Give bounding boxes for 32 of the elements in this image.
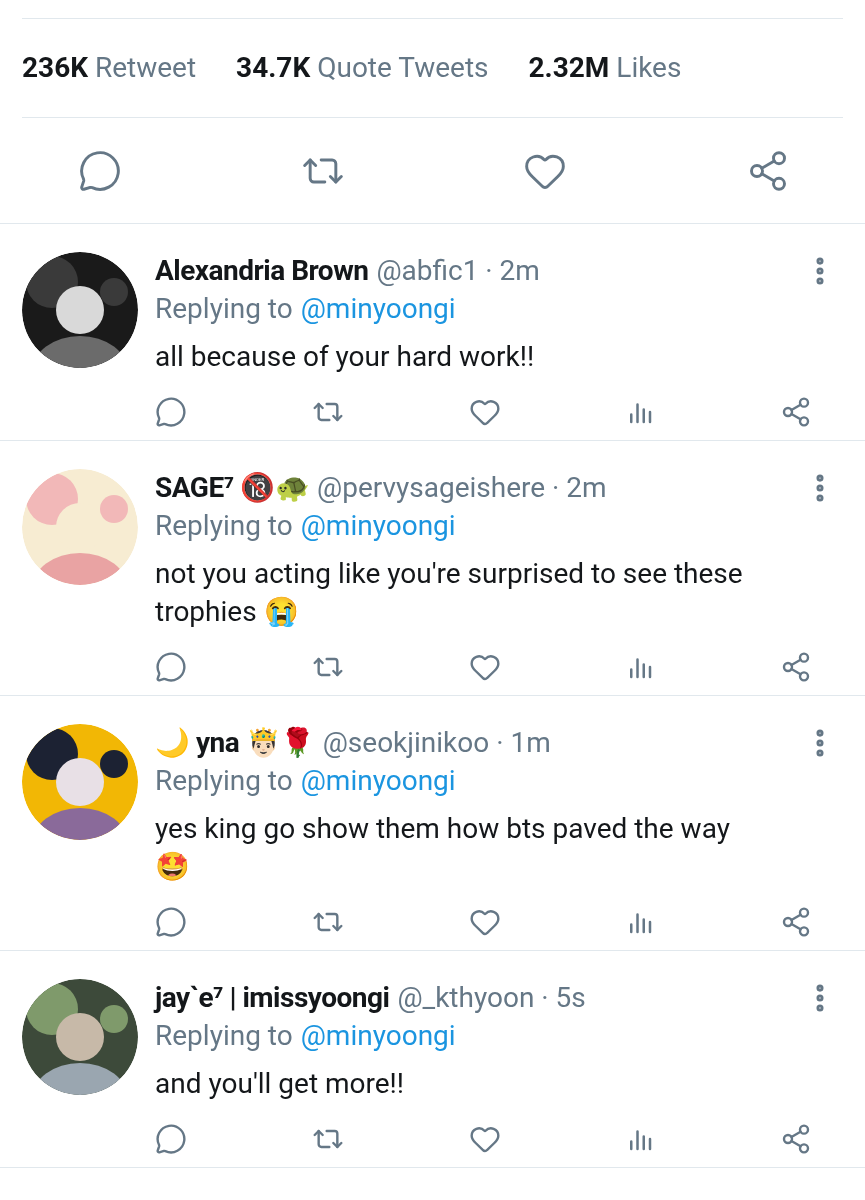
reply-icon[interactable] xyxy=(155,396,187,428)
user-handle-time: @abfic1 · 2m xyxy=(376,253,540,289)
mention-link[interactable]: @minyoongi xyxy=(300,290,456,328)
share-icon[interactable] xyxy=(780,396,812,428)
user-handle-time: @seokjinikoo · 1m xyxy=(322,725,551,761)
user-name[interactable]: Alexandria Brown xyxy=(155,252,369,290)
mention-link[interactable]: @minyoongi xyxy=(300,1017,456,1055)
reply-text: all because of your hard work!! xyxy=(155,339,536,375)
reply-text: yes king go show them how bts paved the way 🤩 xyxy=(155,811,731,885)
stat-text: 236K Retweet xyxy=(22,50,197,86)
user-handle-time: @_kthyoon · 5s xyxy=(397,980,586,1016)
mention-link[interactable]: @minyoongi xyxy=(300,762,456,800)
user-name[interactable]: 🌙 yna 🤴🏻🌹 xyxy=(155,724,315,762)
replying-label: Replying to xyxy=(155,763,293,799)
reply-text: and you'll get more!! xyxy=(155,1066,406,1102)
reply-icon[interactable] xyxy=(155,1123,187,1155)
user-handle-time: @pervysageishere · 2m xyxy=(317,470,607,506)
replying-label: Replying to xyxy=(155,508,293,544)
replying-label: Replying to xyxy=(155,291,293,327)
reply-icon[interactable] xyxy=(155,906,187,938)
share-icon[interactable] xyxy=(780,651,812,683)
reply-icon[interactable] xyxy=(155,651,187,683)
user-name[interactable]: jay`e⁷ | imissyoongi xyxy=(155,979,390,1017)
user-name[interactable]: SAGE⁷ 🔞🐢 xyxy=(155,469,310,507)
reply-text: not you acting like you're surprised to see these trophies 😭 xyxy=(155,556,744,630)
stat-text: 2.32M Likes xyxy=(528,50,682,86)
stat-text: 34.7K Quote Tweets xyxy=(236,50,489,86)
share-icon[interactable] xyxy=(780,906,812,938)
replying-label: Replying to xyxy=(155,1018,293,1054)
mention-link[interactable]: @minyoongi xyxy=(300,507,456,545)
reply-icon[interactable] xyxy=(78,148,122,193)
share-icon[interactable] xyxy=(780,1123,812,1155)
